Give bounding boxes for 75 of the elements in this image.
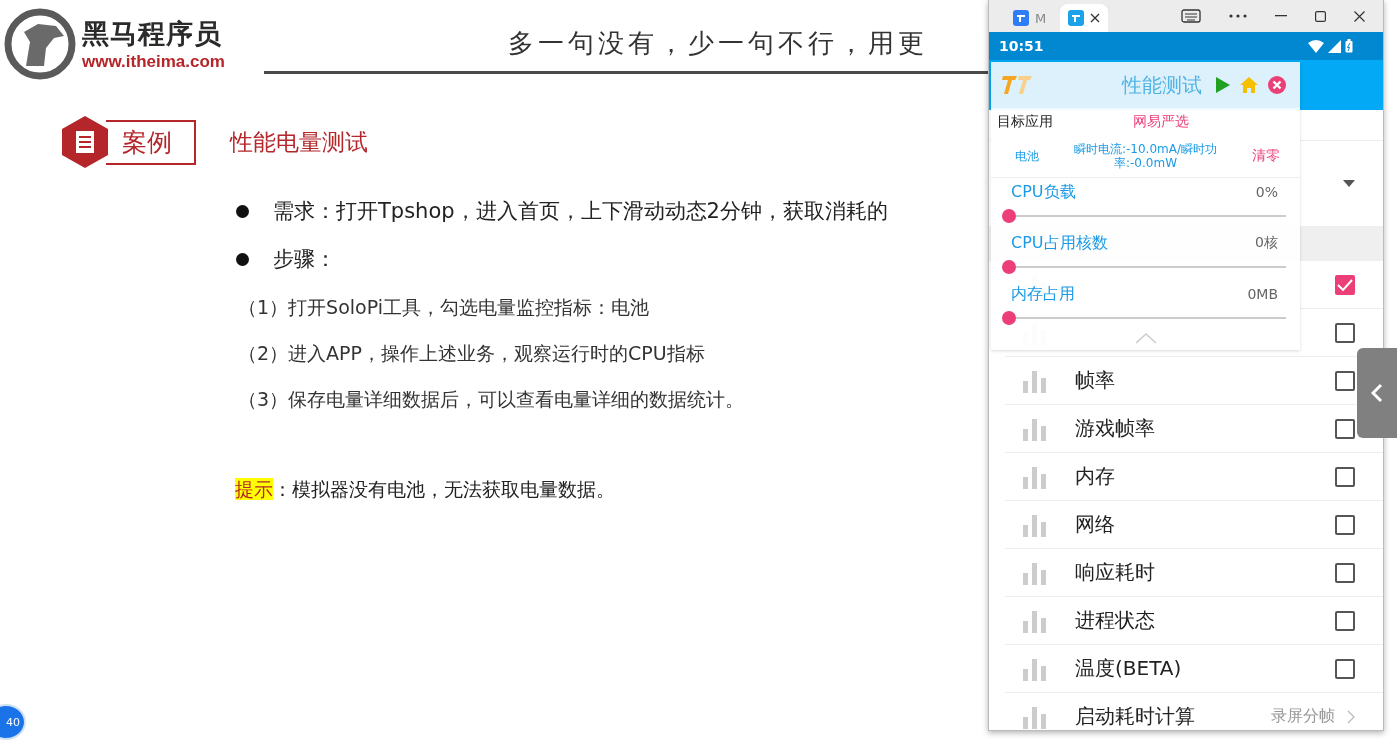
close-icon[interactable] [1354,10,1365,22]
checkbox[interactable] [1335,658,1355,679]
bullet-text: 需求：打开Tpshop，进入首页，上下滑动动态2分钟，获取消耗的 [273,198,888,225]
target-app: 网易严选 [1133,113,1189,131]
metric-label: CPU占用核数 [1011,232,1108,254]
browser-tab[interactable]: M [1005,4,1055,32]
link-value[interactable]: 录屏分帧 [1271,706,1335,727]
app-icon [1013,10,1029,26]
bar-chart-icon [1023,656,1047,681]
bullet-dot [236,204,249,218]
battery-label: 电池 [1015,147,1039,165]
metric-label: 内存占用 [1011,283,1075,305]
step-text: （1）打开SoloPi工具，勾选电量监控指标：电池 [238,295,650,320]
page-badge: 40 [0,704,26,740]
bar-chart-icon [1023,704,1047,729]
metric-label: 游戏帧率 [1075,415,1155,442]
metric-value: 0核 [1255,234,1278,253]
metric-label: 内存 [1075,463,1115,490]
app-icon [1068,10,1085,26]
wifi-icon [1308,39,1324,53]
reset-link[interactable]: 清零 [1252,147,1280,166]
slider-thumb[interactable] [1002,310,1016,325]
tip-text: ：模拟器没有电池，无法获取电量数据。 [273,478,615,500]
document-hexagon-icon [60,115,110,169]
step-text: （3）保存电量详细数据后，可以查看电量详细的数据统计。 [238,387,746,412]
minimize-icon[interactable] [1275,15,1287,17]
slider-thumb[interactable] [1002,259,1016,274]
section-tag: 案例 [106,119,196,165]
checkbox[interactable] [1335,514,1355,535]
app-logo-icon [1001,74,1033,96]
metric-label: 帧率 [1075,367,1115,394]
bar-chart-icon [1023,416,1047,441]
checkbox[interactable] [1335,562,1355,583]
checkbox[interactable] [1335,370,1355,391]
metric-label: 启动耗时计算 [1075,703,1195,730]
checkbox[interactable] [1335,610,1355,631]
side-handle[interactable] [1357,348,1397,438]
maximize-icon[interactable] [1315,10,1326,22]
bar-chart-icon [1023,464,1047,489]
signal-icon [1328,39,1341,53]
metric-label: 网络 [1075,511,1115,538]
bar-chart-icon [1023,608,1047,633]
play-icon[interactable] [1216,77,1230,93]
bar-chart-icon [1023,512,1047,537]
metric-value: 0% [1255,184,1278,201]
brand-url: www.itheima.com [82,52,225,72]
slider-thumb[interactable] [1002,208,1016,223]
metric-label: 温度(BETA) [1075,655,1182,682]
bullet-text: 步骤： [273,246,336,273]
metric-label: CPU负载 [1011,181,1076,203]
section-title: 性能电量测试 [230,127,368,157]
panel-title: 性能测试 [1122,71,1202,99]
status-time: 10:51 [999,38,1044,54]
close-icon[interactable] [1090,13,1101,23]
bar-chart-icon [1023,368,1047,393]
metric-label: 进程状态 [1075,607,1155,634]
caret-down-icon [1343,180,1355,187]
bar-chart-icon [1023,560,1047,585]
metric-label: 响应耗时 [1075,559,1155,586]
metric-value: 0MB [1247,286,1278,303]
battery-reading: 瞬时电流:-10.0mA/瞬时功率:-0.0mW [1072,142,1218,171]
chevron-left-icon [1371,383,1383,403]
bullet-dot [236,252,249,266]
checkbox[interactable] [1335,274,1355,295]
battery-icon [1345,39,1353,53]
step-text: （2）进入APP，操作上述业务，观察运行时的CPU指标 [238,341,706,366]
checkbox[interactable] [1335,466,1355,487]
more-icon[interactable] [1229,14,1247,18]
target-label: 目标应用 [997,113,1053,131]
checkbox[interactable] [1335,322,1355,343]
motto-heading: 多一句没有，少一句不行，用更 [508,28,928,58]
tip-label: 提示 [235,478,273,500]
brand-name: 黑马程序员 [82,17,223,51]
keyboard-icon[interactable] [1181,9,1201,23]
checkbox[interactable] [1335,418,1355,439]
